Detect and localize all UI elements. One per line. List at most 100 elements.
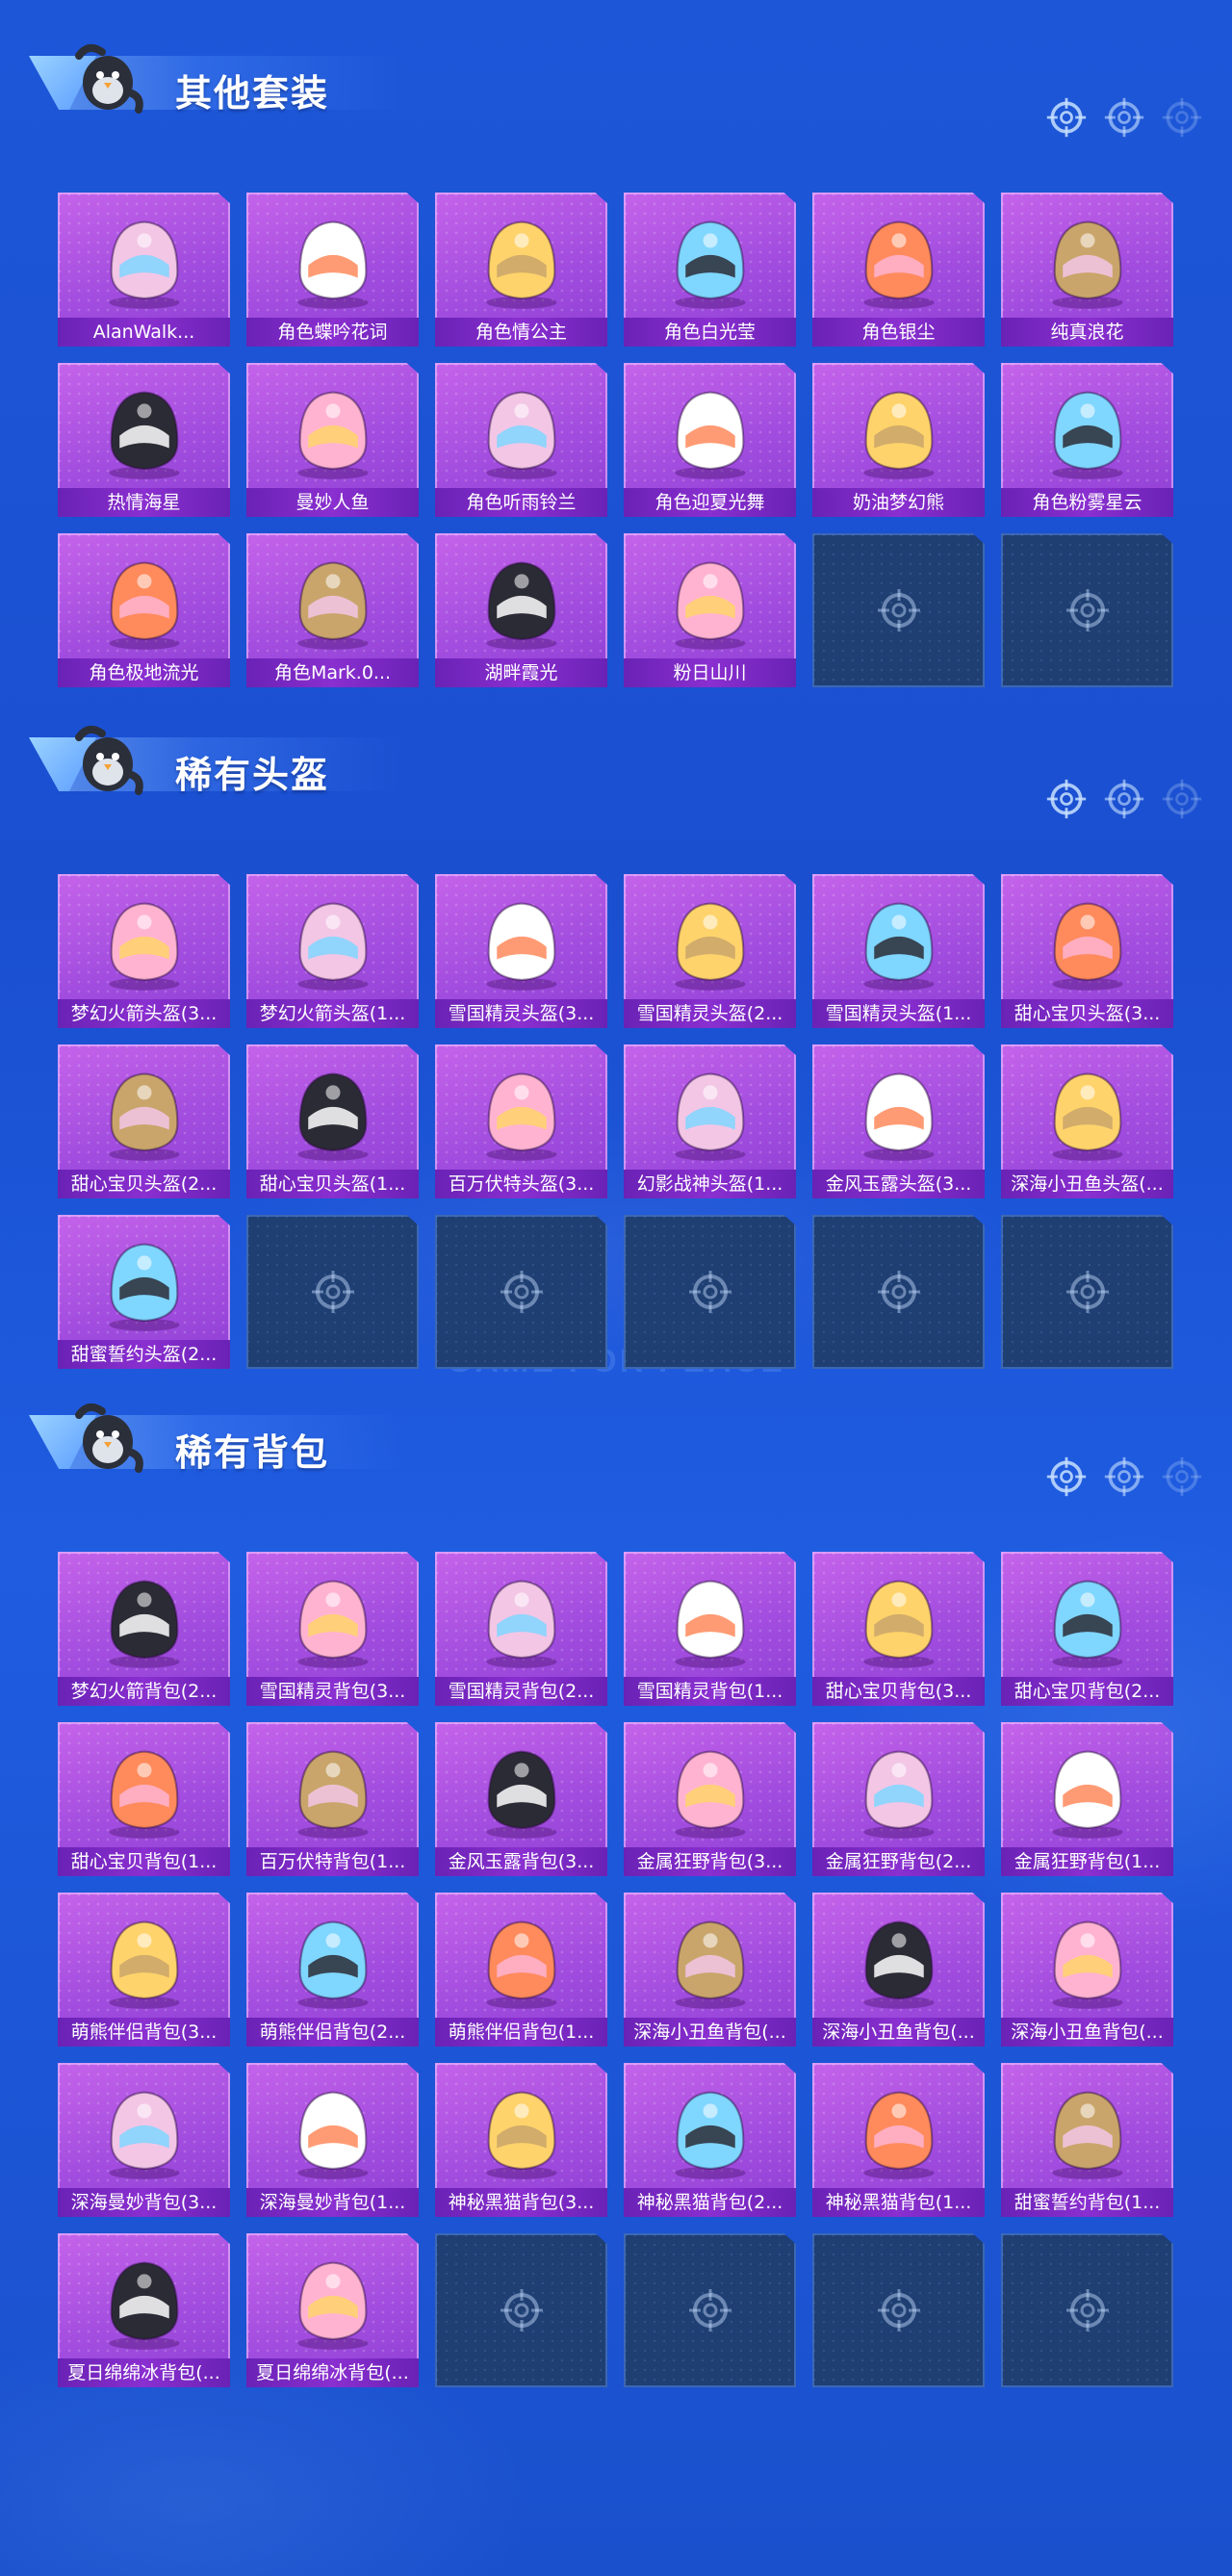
item-card[interactable]: 曼妙人鱼 [246,363,419,517]
item-card[interactable]: 热情海星 [58,363,230,517]
item-card[interactable]: 幻影战神头盔(1... [624,1044,796,1198]
item-thumbnail [863,902,934,991]
item-card[interactable]: AlanWalk... [58,193,230,347]
item-card[interactable]: 百万伏特背包(1... [246,1722,419,1876]
item-card[interactable]: 湖畔霞光 [435,533,607,687]
crosshair-icon [1104,97,1144,138]
item-card[interactable]: 梦幻火箭背包(2... [58,1552,230,1706]
header-decor-icons [1045,1455,1203,1498]
item-card[interactable]: 夏日绵绵冰背包(... [246,2233,419,2387]
item-thumbnail [297,902,368,991]
item-card[interactable]: 雪国精灵头盔(2... [624,874,796,1028]
item-card[interactable]: 甜心宝贝头盔(1... [246,1044,419,1198]
item-card[interactable]: 萌熊伴侣背包(3... [58,1893,230,2047]
item-card[interactable]: 奶油梦幻熊 [812,363,985,517]
item-art [246,880,419,995]
item-thumbnail [297,2091,368,2179]
item-card[interactable]: 神秘黑猫背包(2... [624,2063,796,2217]
item-card[interactable]: 角色情公主 [435,193,607,347]
empty-slot-crosshair-icon [312,1271,354,1313]
item-art [812,1898,985,2014]
item-card[interactable]: 角色迎夏光舞 [624,363,796,517]
item-card[interactable]: 雪国精灵头盔(1... [812,874,985,1028]
item-thumbnail [109,1072,179,1161]
item-card[interactable]: 纯真浪花 [1001,193,1173,347]
item-card[interactable]: 粉日山川 [624,533,796,687]
item-card[interactable]: 角色听雨铃兰 [435,363,607,517]
item-card[interactable]: 金属狂野背包(3... [624,1722,796,1876]
item-label: 甜心宝贝头盔(2... [58,1170,230,1198]
empty-slot [1001,2233,1173,2387]
item-label: 梦幻火箭背包(2... [58,1677,230,1706]
item-card[interactable]: 梦幻火箭头盔(3... [58,874,230,1028]
item-art [246,1898,419,2014]
item-thumbnail [486,220,556,309]
item-card[interactable]: 角色粉雾星云 [1001,363,1173,517]
item-card[interactable]: 甜心宝贝头盔(2... [58,1044,230,1198]
item-card[interactable]: 雪国精灵背包(2... [435,1552,607,1706]
item-label: 萌熊伴侣背包(3... [58,2018,230,2047]
item-art [624,369,796,484]
item-card[interactable]: 深海小丑鱼背包(... [812,1893,985,2047]
item-thumbnail [109,1750,179,1839]
item-card[interactable]: 角色银尘 [812,193,985,347]
item-label: 深海小丑鱼头盔(... [1001,1170,1173,1198]
item-label: 萌熊伴侣背包(2... [246,2018,419,2047]
item-art [58,539,230,655]
item-card[interactable]: 甜蜜誓约背包(1... [1001,2063,1173,2217]
item-card[interactable]: 神秘黑猫背包(1... [812,2063,985,2217]
item-card[interactable]: 雪国精灵背包(1... [624,1552,796,1706]
item-card[interactable]: 甜心宝贝背包(1... [58,1722,230,1876]
item-card[interactable]: 神秘黑猫背包(3... [435,2063,607,2217]
item-card[interactable]: 深海小丑鱼背包(... [624,1893,796,2047]
empty-slot [435,2233,607,2387]
item-card[interactable]: 百万伏特头盔(3... [435,1044,607,1198]
item-art [624,539,796,655]
item-card[interactable]: 甜心宝贝背包(3... [812,1552,985,1706]
item-art [58,880,230,995]
item-card[interactable]: 角色极地流光 [58,533,230,687]
section-header: 其他套装 [0,0,1232,138]
item-card[interactable]: 角色Mark.0... [246,533,419,687]
item-card[interactable]: 梦幻火箭头盔(1... [246,874,419,1028]
item-art [812,880,985,995]
empty-slot [435,1215,607,1369]
item-thumbnail [486,1750,556,1839]
item-card[interactable]: 雪国精灵背包(3... [246,1552,419,1706]
item-card[interactable]: 深海曼妙背包(3... [58,2063,230,2217]
item-label: 纯真浪花 [1001,318,1173,347]
crosshair-icon [1046,779,1087,819]
item-card[interactable]: 深海小丑鱼背包(... [1001,1893,1173,2047]
empty-slot [812,533,985,687]
item-art [812,2069,985,2184]
item-thumbnail [486,391,556,479]
item-thumbnail [297,1920,368,2009]
item-card[interactable]: 甜心宝贝背包(2... [1001,1552,1173,1706]
section-1: 稀有头盔 梦幻火箭头盔(3... 梦幻火箭头盔(1... 雪国精灵头盔(3... 雪国精… [0,682,1232,1369]
item-label: 甜心宝贝背包(3... [812,1677,985,1706]
item-thumbnail [675,2091,745,2179]
item-card[interactable]: 金风玉露背包(3... [435,1722,607,1876]
item-card[interactable]: 萌熊伴侣背包(1... [435,1893,607,2047]
item-card[interactable]: 金风玉露头盔(3... [812,1044,985,1198]
empty-slot [624,1215,796,1369]
item-card[interactable]: 角色蝶吟花词 [246,193,419,347]
crosshair-icon [1162,779,1202,819]
mascot-chicken-icon [75,725,143,795]
item-art [1001,1728,1173,1843]
item-card[interactable]: 金属狂野背包(2... [812,1722,985,1876]
item-art [58,1898,230,2014]
item-card[interactable]: 萌熊伴侣背包(2... [246,1893,419,2047]
item-card[interactable]: 甜心宝贝头盔(3... [1001,874,1173,1028]
item-label: 雪国精灵背包(3... [246,1677,419,1706]
item-thumbnail [109,2261,179,2350]
item-card[interactable]: 夏日绵绵冰背包(... [58,2233,230,2387]
item-card[interactable]: 角色白光莹 [624,193,796,347]
item-card[interactable]: 深海小丑鱼头盔(... [1001,1044,1173,1198]
item-card[interactable]: 甜蜜誓约头盔(2... [58,1215,230,1369]
item-card[interactable]: 深海曼妙背包(1... [246,2063,419,2217]
item-card[interactable]: 金属狂野背包(1... [1001,1722,1173,1876]
item-label: 雪国精灵头盔(1... [812,999,985,1028]
item-label: 角色情公主 [435,318,607,347]
item-card[interactable]: 雪国精灵头盔(3... [435,874,607,1028]
